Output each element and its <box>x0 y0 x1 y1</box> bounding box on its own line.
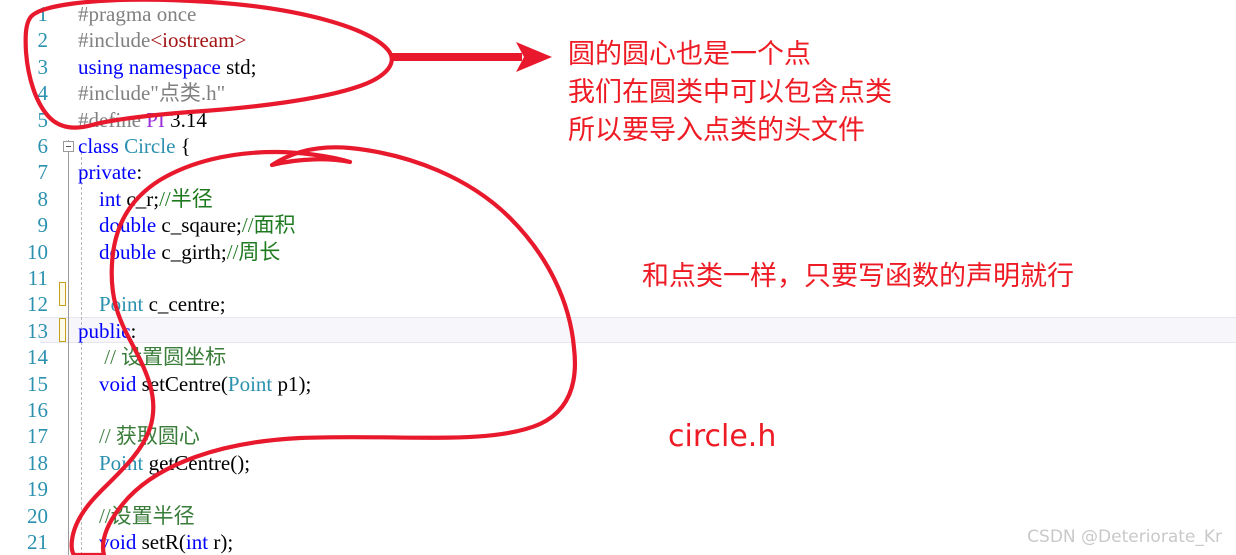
code-line[interactable]: #pragma once <box>78 1 196 27</box>
code-token: p1); <box>272 371 312 396</box>
code-token: double <box>78 213 157 238</box>
code-line[interactable]: // 设置圆坐标 <box>78 344 226 370</box>
code-token: #define <box>78 107 147 132</box>
code-line[interactable]: int c_r;//半径 <box>78 186 213 212</box>
code-token: #include <box>78 28 151 53</box>
code-token: Point <box>99 292 144 317</box>
csdn-watermark: CSDN @Deteriorate_Kr <box>1027 527 1222 547</box>
code-line[interactable]: Point getCentre(); <box>78 450 250 476</box>
code-token: c_r; <box>121 186 160 211</box>
code-token: public <box>78 318 131 343</box>
code-token: int <box>185 530 209 554</box>
code-token: : <box>130 318 137 343</box>
code-token: void <box>78 530 137 554</box>
code-token: double <box>78 239 157 264</box>
code-line[interactable]: class Circle { <box>78 133 191 159</box>
annotation-note-top: 圆的圆心也是一个点 我们在圆类中可以包含点类 所以要导入点类的头文件 <box>568 39 892 146</box>
code-token: setCentre( <box>136 371 228 396</box>
code-line[interactable]: void setR(int r); <box>78 529 233 555</box>
code-line[interactable]: public: <box>78 318 136 344</box>
code-line[interactable]: private: <box>78 159 142 185</box>
screenshot-root: 1 2 3 4 5 6 7 8 9 10 11 12 13 14 15 16 17 18 19 20 21 #pragm… <box>0 0 1236 555</box>
code-line[interactable]: Point c_centre; <box>78 291 226 317</box>
code-token: std; <box>226 54 257 79</box>
code-token: { <box>175 134 191 158</box>
code-token: getCentre(); <box>143 450 251 475</box>
code-token: // 设置圆坐标 <box>78 345 227 370</box>
annotation-note-filename: circle.h <box>668 419 777 454</box>
code-token: private <box>78 160 137 185</box>
code-line[interactable]: #define PI 3.14 <box>78 107 207 133</box>
code-token: c_girth; <box>156 239 227 264</box>
code-token: #pragma once <box>78 2 197 26</box>
code-token: : <box>136 160 143 185</box>
code-token: Point <box>227 371 273 396</box>
code-token: PI <box>146 107 165 132</box>
code-line[interactable]: double c_sqaure;//面积 <box>78 212 296 238</box>
code-token: class <box>78 134 125 158</box>
code-token: <iostream> <box>150 28 247 53</box>
code-line[interactable]: //设置半径 <box>78 503 195 529</box>
annotation-note-middle: 和点类一样，只要写函数的声明就行 <box>642 261 1074 292</box>
code-token: #include"点类.h" <box>78 81 226 106</box>
code-token: using namespace <box>78 54 227 79</box>
code-token: //半径 <box>159 186 213 211</box>
code-token: //面积 <box>241 213 296 238</box>
code-token: Point <box>99 450 144 475</box>
code-token: r); <box>208 530 234 554</box>
code-token: //周长 <box>226 239 281 264</box>
code-token: c_centre; <box>143 292 226 317</box>
code-line[interactable]: using namespace std; <box>78 54 256 80</box>
code-token: Circle <box>124 134 176 158</box>
code-line[interactable]: double c_girth;//周长 <box>78 239 280 265</box>
code-token: setR( <box>136 530 186 554</box>
code-token: //设置半径 <box>78 503 195 528</box>
code-line[interactable]: // 获取圆心 <box>78 423 200 449</box>
code-line[interactable]: void setCentre(Point p1); <box>78 371 311 397</box>
code-line[interactable]: #include<iostream> <box>78 27 246 53</box>
code-token: void <box>78 371 137 396</box>
code-token: 3.14 <box>164 107 207 132</box>
code-token: int <box>78 186 122 211</box>
code-token: // 获取圆心 <box>78 424 200 449</box>
code-line[interactable]: #include"点类.h" <box>78 80 225 106</box>
code-token: c_sqaure; <box>156 213 242 238</box>
